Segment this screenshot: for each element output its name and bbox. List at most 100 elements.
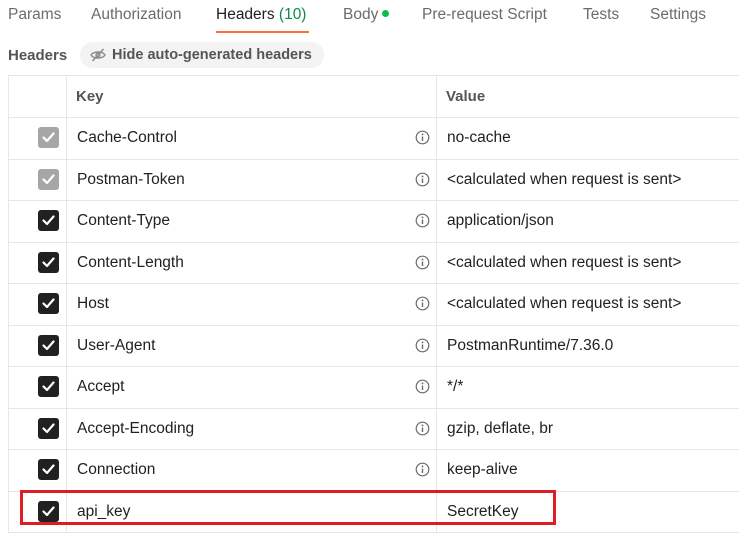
table-row: Host <calculated when request is sent> [9,284,739,326]
checkmark-icon [42,298,55,309]
checkmark-icon [42,132,55,143]
column-divider [436,325,437,366]
table-row: api_key SecretKey [9,491,739,533]
header-value[interactable]: keep-alive [447,461,518,479]
tab-headers[interactable]: Headers (10) [216,6,306,24]
header-key[interactable]: Host [77,295,109,313]
table-row: Content-Type application/json [9,201,739,243]
checkmark-icon [42,173,55,184]
tab-body[interactable]: Body [343,6,390,24]
tab-settings[interactable]: Settings [650,6,706,24]
header-key[interactable]: Cache-Control [77,129,177,147]
info-icon[interactable] [415,421,430,436]
info-icon[interactable] [415,296,430,311]
column-divider [436,408,437,449]
row-enabled-checkbox[interactable] [38,500,59,522]
header-key[interactable]: Content-Type [77,212,170,230]
column-divider [66,408,67,449]
checkmark-icon [42,464,55,475]
hide-auto-generated-headers-button[interactable]: Hide auto-generated headers [80,42,324,68]
info-icon[interactable] [415,462,430,477]
info-icon[interactable] [415,379,430,394]
table-row: Connection keep-alive [9,450,739,492]
column-divider [66,491,67,532]
checkmark-icon [42,215,55,226]
tab-authorization[interactable]: Authorization [91,6,181,24]
header-key[interactable]: Accept-Encoding [77,420,194,438]
request-tabs: Params Authorization Headers (10) Body P… [0,0,739,36]
column-divider [66,201,67,242]
section-title: Headers [8,47,68,64]
header-value[interactable]: PostmanRuntime/7.36.0 [447,337,613,355]
row-enabled-checkbox[interactable] [38,210,59,231]
info-icon[interactable] [415,213,430,228]
checkmark-icon [42,256,55,267]
tab-pre-request-script[interactable]: Pre-request Script [422,6,547,24]
header-value[interactable]: <calculated when request is sent> [447,171,681,189]
checkmark-icon [42,422,55,433]
body-status-dot [382,10,390,17]
column-divider [66,450,67,491]
active-tab-indicator [216,31,309,33]
column-divider [66,118,67,159]
column-divider [436,242,437,283]
header-key[interactable]: api_key [77,503,130,521]
key-column-header: Key [76,88,104,105]
row-enabled-checkbox[interactable] [38,168,59,190]
value-column-header: Value [446,88,486,105]
table-row: Accept-Encoding gzip, deflate, br [9,408,739,450]
row-enabled-checkbox[interactable] [38,293,59,314]
column-divider [66,284,67,325]
headers-subheader: Headers Hide auto-generated headers [8,42,728,68]
header-value[interactable]: <calculated when request is sent> [447,295,681,313]
header-key[interactable]: Connection [77,461,155,479]
header-key[interactable]: Accept [77,378,124,396]
row-enabled-checkbox[interactable] [38,459,59,480]
tab-tests[interactable]: Tests [583,6,619,24]
row-enabled-checkbox[interactable] [38,127,59,148]
column-divider [66,76,67,117]
table-row: User-Agent PostmanRuntime/7.36.0 [9,325,739,367]
checkmark-icon [42,381,55,392]
column-divider [436,367,437,408]
info-icon[interactable] [415,130,430,145]
row-enabled-checkbox[interactable] [38,417,59,439]
eye-off-icon [90,48,106,62]
table-row: Accept */* [9,367,739,409]
tab-params[interactable]: Params [8,6,61,24]
row-enabled-checkbox[interactable] [38,334,59,356]
column-divider [436,76,437,117]
column-divider [66,325,67,366]
tab-headers-count: (10) [278,6,307,23]
header-key[interactable]: Postman-Token [77,171,185,189]
column-divider [436,284,437,325]
headers-table: Key Value Cache-Control no-cache Postman-T… [8,75,739,533]
tab-body-label: Body [343,6,379,23]
table-row: Postman-Token <calculated when request is… [9,159,739,201]
checkmark-icon [42,505,55,516]
header-key[interactable]: User-Agent [77,337,155,355]
header-value[interactable]: application/json [447,212,554,230]
column-divider [436,491,437,532]
header-value[interactable]: no-cache [447,129,511,147]
column-divider [66,242,67,283]
tab-headers-label: Headers [216,6,275,23]
table-row: Cache-Control no-cache [9,118,739,160]
table-body: Cache-Control no-cache Postman-Token <calcu… [9,118,739,533]
info-icon[interactable] [415,255,430,270]
info-icon[interactable] [415,338,430,353]
column-divider [66,159,67,200]
header-value[interactable]: gzip, deflate, br [447,420,553,438]
header-value[interactable]: SecretKey [447,503,519,521]
column-divider [436,118,437,159]
row-enabled-checkbox[interactable] [38,251,59,273]
row-enabled-checkbox[interactable] [38,376,59,397]
column-divider [436,201,437,242]
header-key[interactable]: Content-Length [77,254,184,272]
column-divider [436,450,437,491]
header-value[interactable]: <calculated when request is sent> [447,254,681,272]
table-row: Content-Length <calculated when request i… [9,242,739,284]
header-value[interactable]: */* [447,378,463,396]
checkmark-icon [42,339,55,350]
info-icon[interactable] [415,172,430,187]
